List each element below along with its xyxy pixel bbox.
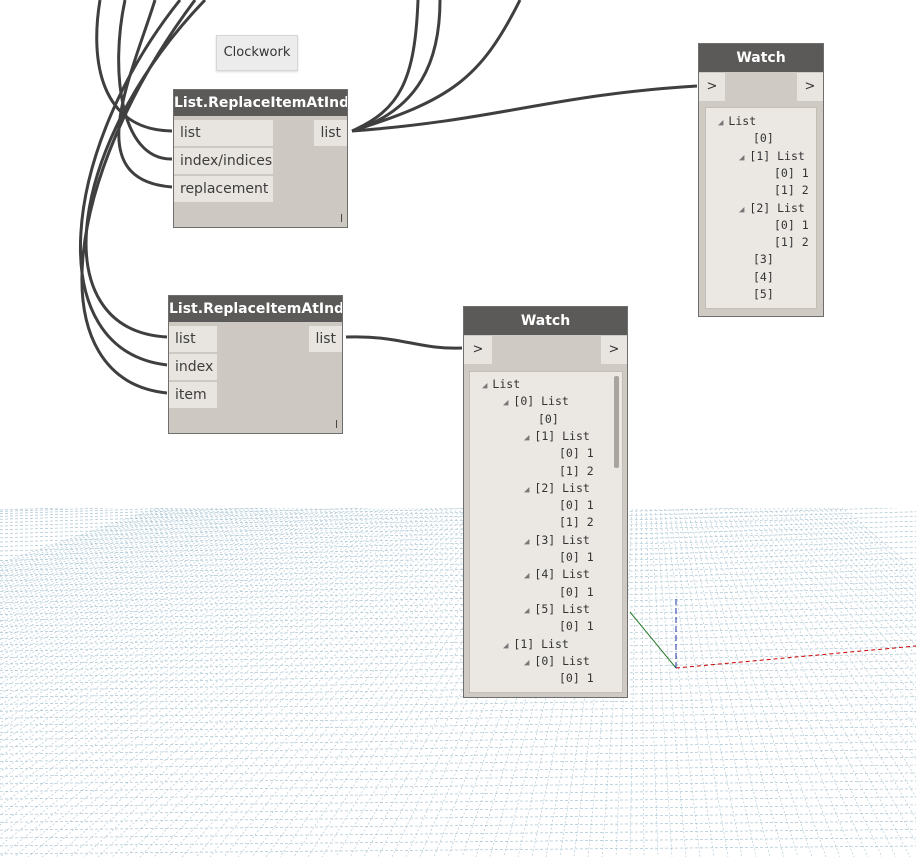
tree-item-label: [0] 1: [559, 498, 594, 513]
watch-input-port[interactable]: >: [464, 336, 492, 364]
tree-item-label: [0] 1: [559, 671, 594, 686]
tree-item-label: [1] 2: [774, 235, 809, 250]
tree-branch-row[interactable]: ◢ [0] List: [503, 393, 569, 410]
watch-output-port[interactable]: >: [601, 336, 627, 364]
tree-item-label: [1] 2: [559, 463, 594, 478]
tree-item-label: [0] List: [534, 653, 590, 668]
tree-item-label: [1] List: [513, 636, 569, 651]
expander-triangle-icon[interactable]: ◢: [739, 153, 744, 163]
watch-tree-view[interactable]: ◢ List [0] ◢ [1] List [0] 1 [1] 2 ◢ [2] List [0] …: [705, 107, 817, 309]
expander-triangle-icon[interactable]: ◢: [524, 571, 529, 581]
expander-triangle-icon[interactable]: ◢: [524, 537, 529, 547]
group-label-text: Clockwork: [223, 45, 291, 60]
tree-branch-row[interactable]: ◢ [1] List: [503, 636, 569, 653]
tree-item-label: [5]: [753, 287, 774, 301]
tree-item-label: List: [492, 377, 521, 391]
tree-scrollbar[interactable]: [614, 376, 619, 468]
tree-branch-row[interactable]: ◢ [1] List: [739, 148, 805, 165]
input-port-item[interactable]: item: [169, 382, 217, 408]
tree-leaf-row: [1] 2: [774, 234, 809, 251]
tree-item-label: [1] 2: [559, 515, 594, 530]
tree-item-label: [0] 1: [774, 217, 809, 232]
node-title[interactable]: List.ReplaceItemAtIndex: [169, 296, 342, 322]
tree-item-label: [0] 1: [559, 550, 594, 564]
watch-node-2[interactable]: Watch > > ◢ List ◢ [0] List [0] ◢ [1] List [0] …: [463, 306, 628, 698]
input-port-index[interactable]: index: [169, 354, 217, 380]
expander-triangle-icon[interactable]: ◢: [524, 485, 529, 495]
tree-branch-row[interactable]: ◢ [2] List: [524, 480, 590, 497]
watch-input-port[interactable]: >: [699, 73, 725, 101]
tree-leaf-row: [0] 1: [559, 584, 594, 601]
tree-item-label: [2] List: [534, 480, 590, 495]
watch-tree-view[interactable]: ◢ List ◢ [0] List [0] ◢ [1] List [0] 1 [1] 2 ◢ [2]…: [469, 371, 623, 693]
tree-item-label: [4]: [753, 269, 774, 284]
tree-leaf-row: [0] 1: [559, 549, 594, 566]
tree-item-label: [4] List: [534, 567, 590, 582]
tree-branch-row[interactable]: ◢ [3] List: [524, 532, 590, 549]
node-title[interactable]: List.ReplaceItemAtIndex: [174, 90, 347, 116]
axis-gizmo: [629, 598, 916, 669]
tree-branch-row[interactable]: ◢ [0] List: [524, 653, 590, 670]
tree-leaf-row: [0]: [753, 130, 774, 147]
tree-leaf-row: [0]: [538, 411, 559, 428]
tree-leaf-row: [1] 2: [559, 463, 594, 480]
tree-leaf-row: [1] 2: [774, 182, 809, 199]
watch-node-1[interactable]: Watch > > ◢ List [0] ◢ [1] List [0] 1 [1] 2 ◢ [2…: [698, 43, 824, 317]
tree-branch-row[interactable]: ◢ [2] List: [739, 200, 805, 217]
tree-branch-row[interactable]: ◢ List: [482, 376, 520, 393]
lacing-indicator[interactable]: l: [340, 212, 343, 225]
tree-item-label: [1] List: [534, 428, 590, 443]
tree-item-label: [0] List: [513, 394, 569, 409]
tree-leaf-row: [0] 1: [559, 497, 594, 514]
tree-item-label: [2] List: [749, 200, 805, 215]
tree-leaf-row: [1] 2: [559, 514, 594, 531]
output-port-list[interactable]: list: [309, 326, 342, 352]
input-port-replacement[interactable]: replacement: [174, 176, 273, 202]
tree-branch-row[interactable]: ◢ [4] List: [524, 566, 590, 583]
expander-triangle-icon[interactable]: ◢: [503, 641, 508, 651]
tree-item-label: [0] 1: [559, 619, 594, 634]
tree-leaf-row: [0] 1: [774, 217, 809, 234]
tree-item-label: [3]: [753, 252, 774, 267]
tree-item-label: [1] 2: [774, 183, 809, 198]
tree-branch-row[interactable]: ◢ [1] List: [524, 428, 590, 445]
tree-item-label: [0] 1: [774, 165, 809, 180]
tree-leaf-row: [0] 1: [774, 165, 809, 182]
expander-triangle-icon[interactable]: ◢: [503, 398, 508, 408]
tree-item-label: [0] 1: [559, 446, 594, 461]
lacing-indicator[interactable]: l: [335, 418, 338, 431]
tree-leaf-row: [0] 1: [559, 618, 594, 635]
expander-triangle-icon[interactable]: ◢: [482, 381, 487, 391]
input-port-list[interactable]: list: [169, 326, 217, 352]
expander-triangle-icon[interactable]: ◢: [524, 658, 529, 668]
tree-item-label: [1] List: [749, 148, 805, 163]
expander-triangle-icon[interactable]: ◢: [524, 433, 529, 443]
tree-item-label: [0] 1: [559, 584, 594, 599]
tree-leaf-row: [5]: [753, 286, 774, 303]
watch-title[interactable]: Watch: [464, 307, 627, 335]
tree-item-label: [5] List: [534, 601, 590, 616]
tree-item-label: List: [728, 114, 757, 128]
group-label-clockwork[interactable]: Clockwork: [216, 35, 298, 71]
tree-leaf-row: [4]: [753, 269, 774, 286]
input-port-index-indices[interactable]: index/indices: [174, 148, 273, 174]
node-replace-item-at-index-2[interactable]: List.ReplaceItemAtIndex list index item …: [168, 295, 343, 434]
tree-branch-row[interactable]: ◢ List: [718, 113, 756, 130]
watch-title[interactable]: Watch: [699, 44, 823, 72]
expander-triangle-icon[interactable]: ◢: [524, 606, 529, 616]
expander-triangle-icon[interactable]: ◢: [718, 118, 723, 128]
tree-leaf-row: [0] 1: [559, 670, 594, 687]
watch-output-port[interactable]: >: [797, 73, 823, 101]
tree-item-label: [0]: [753, 131, 774, 146]
tree-item-label: [0]: [538, 411, 559, 426]
tree-item-label: [3] List: [534, 532, 590, 547]
input-port-list[interactable]: list: [174, 120, 273, 146]
tree-leaf-row: [3]: [753, 251, 774, 268]
output-port-list[interactable]: list: [314, 120, 347, 146]
tree-leaf-row: [0] 1: [559, 445, 594, 462]
node-replace-item-at-index-1[interactable]: List.ReplaceItemAtIndex list index/indic…: [173, 89, 348, 228]
tree-branch-row[interactable]: ◢ [5] List: [524, 601, 590, 618]
expander-triangle-icon[interactable]: ◢: [739, 205, 744, 215]
